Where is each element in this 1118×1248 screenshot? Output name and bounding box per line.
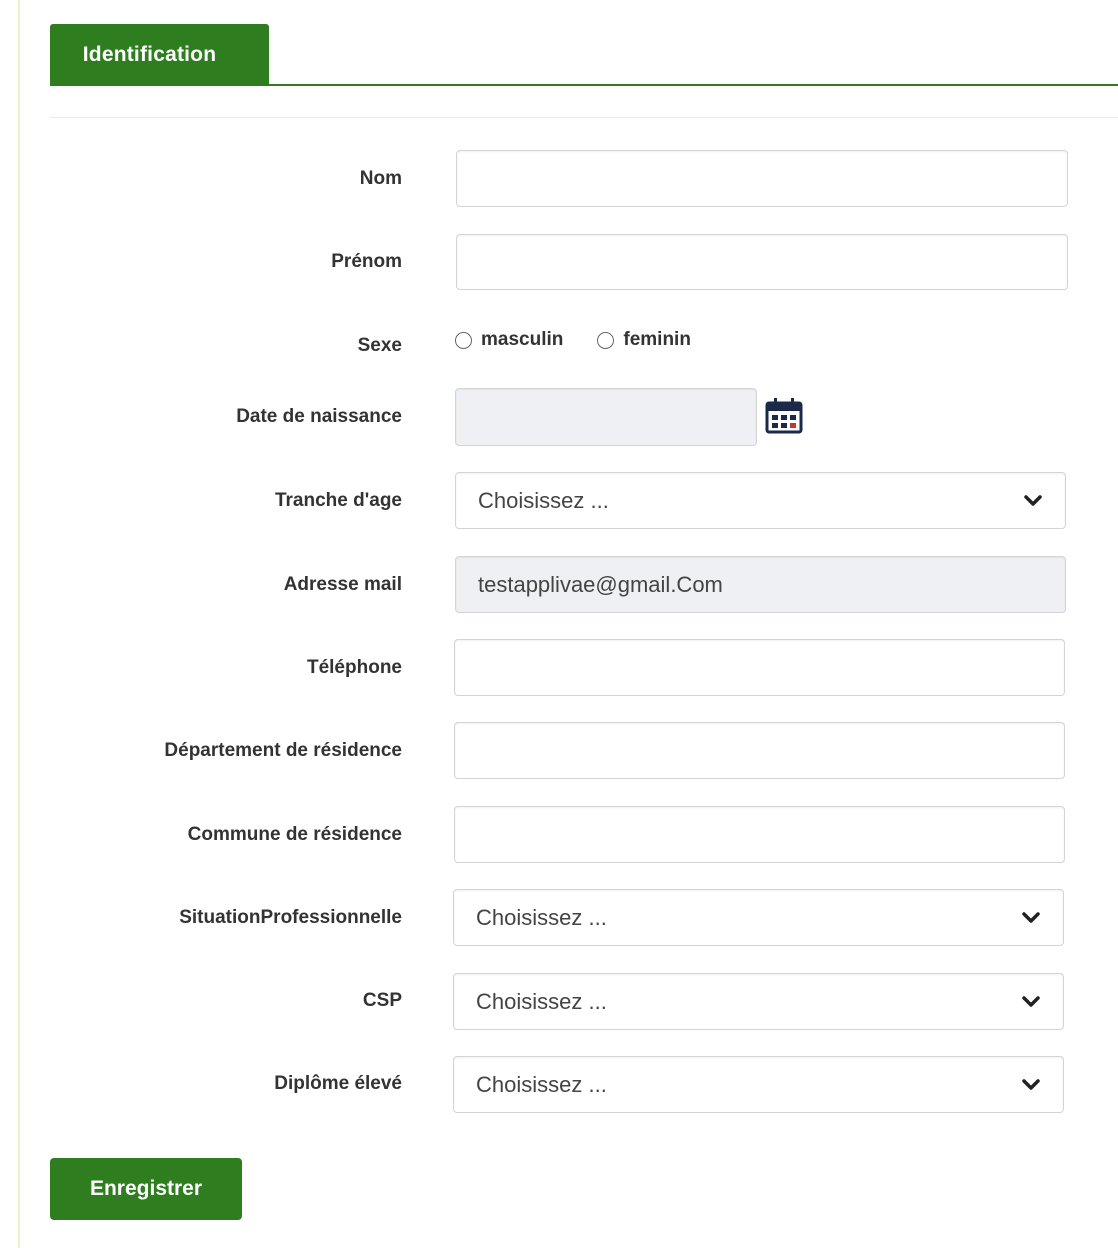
csp-label: CSP (362, 990, 402, 1011)
departement-label: Département de résidence (164, 740, 402, 761)
csp-selected: Choisissez ... (476, 988, 607, 1014)
sexe-radio-group: masculin feminin (455, 326, 725, 354)
commune-label: Commune de résidence (187, 824, 402, 845)
calendar-icon[interactable] (764, 395, 804, 435)
enregistrer-button[interactable]: Enregistrer (50, 1158, 242, 1220)
radio-feminin[interactable]: feminin (597, 329, 691, 351)
tab-underline (50, 84, 1118, 86)
radio-masculin[interactable]: masculin (455, 329, 563, 351)
diplome-selected: Choisissez ... (476, 1071, 607, 1097)
diplome-label: Diplôme élevé (274, 1073, 402, 1094)
telephone-label: Téléphone (306, 657, 402, 678)
sexe-label: Sexe (357, 335, 402, 356)
chevron-down-icon (1022, 995, 1040, 1007)
tranche-age-label: Tranche d'age (274, 490, 402, 511)
chevron-down-icon (1022, 911, 1040, 923)
tranche-age-selected: Choisissez ... (478, 487, 609, 513)
situation-pro-label: SituationProfessionnelle (179, 907, 402, 928)
diplome-select[interactable]: Choisissez ... (453, 1056, 1064, 1113)
date-naissance-input[interactable] (455, 388, 757, 446)
adresse-mail-label: Adresse mail (283, 574, 402, 595)
email-field[interactable] (455, 556, 1066, 613)
chevron-down-icon (1022, 1078, 1040, 1090)
chevron-down-icon (1024, 494, 1042, 506)
telephone-input[interactable] (454, 639, 1065, 696)
radio-masculin-label: masculin (481, 329, 564, 350)
radio-feminin-label: feminin (623, 329, 691, 350)
panel-divider (50, 117, 1118, 118)
radio-masculin-circle[interactable] (455, 331, 472, 349)
prenom-label: Prénom (331, 251, 402, 272)
nom-label: Nom (359, 168, 402, 189)
departement-input[interactable] (454, 722, 1065, 779)
tranche-age-select[interactable]: Choisissez ... (455, 472, 1066, 529)
tab-identification[interactable]: Identification (50, 24, 269, 85)
left-border (18, 0, 20, 1248)
prenom-input[interactable] (456, 234, 1068, 290)
commune-input[interactable] (454, 806, 1065, 863)
situation-pro-selected: Choisissez ... (476, 904, 607, 930)
csp-select[interactable]: Choisissez ... (453, 973, 1064, 1030)
date-naissance-label: Date de naissance (236, 406, 402, 427)
nom-input[interactable] (456, 150, 1068, 207)
situation-pro-select[interactable]: Choisissez ... (453, 889, 1064, 946)
radio-feminin-circle[interactable] (597, 331, 615, 349)
